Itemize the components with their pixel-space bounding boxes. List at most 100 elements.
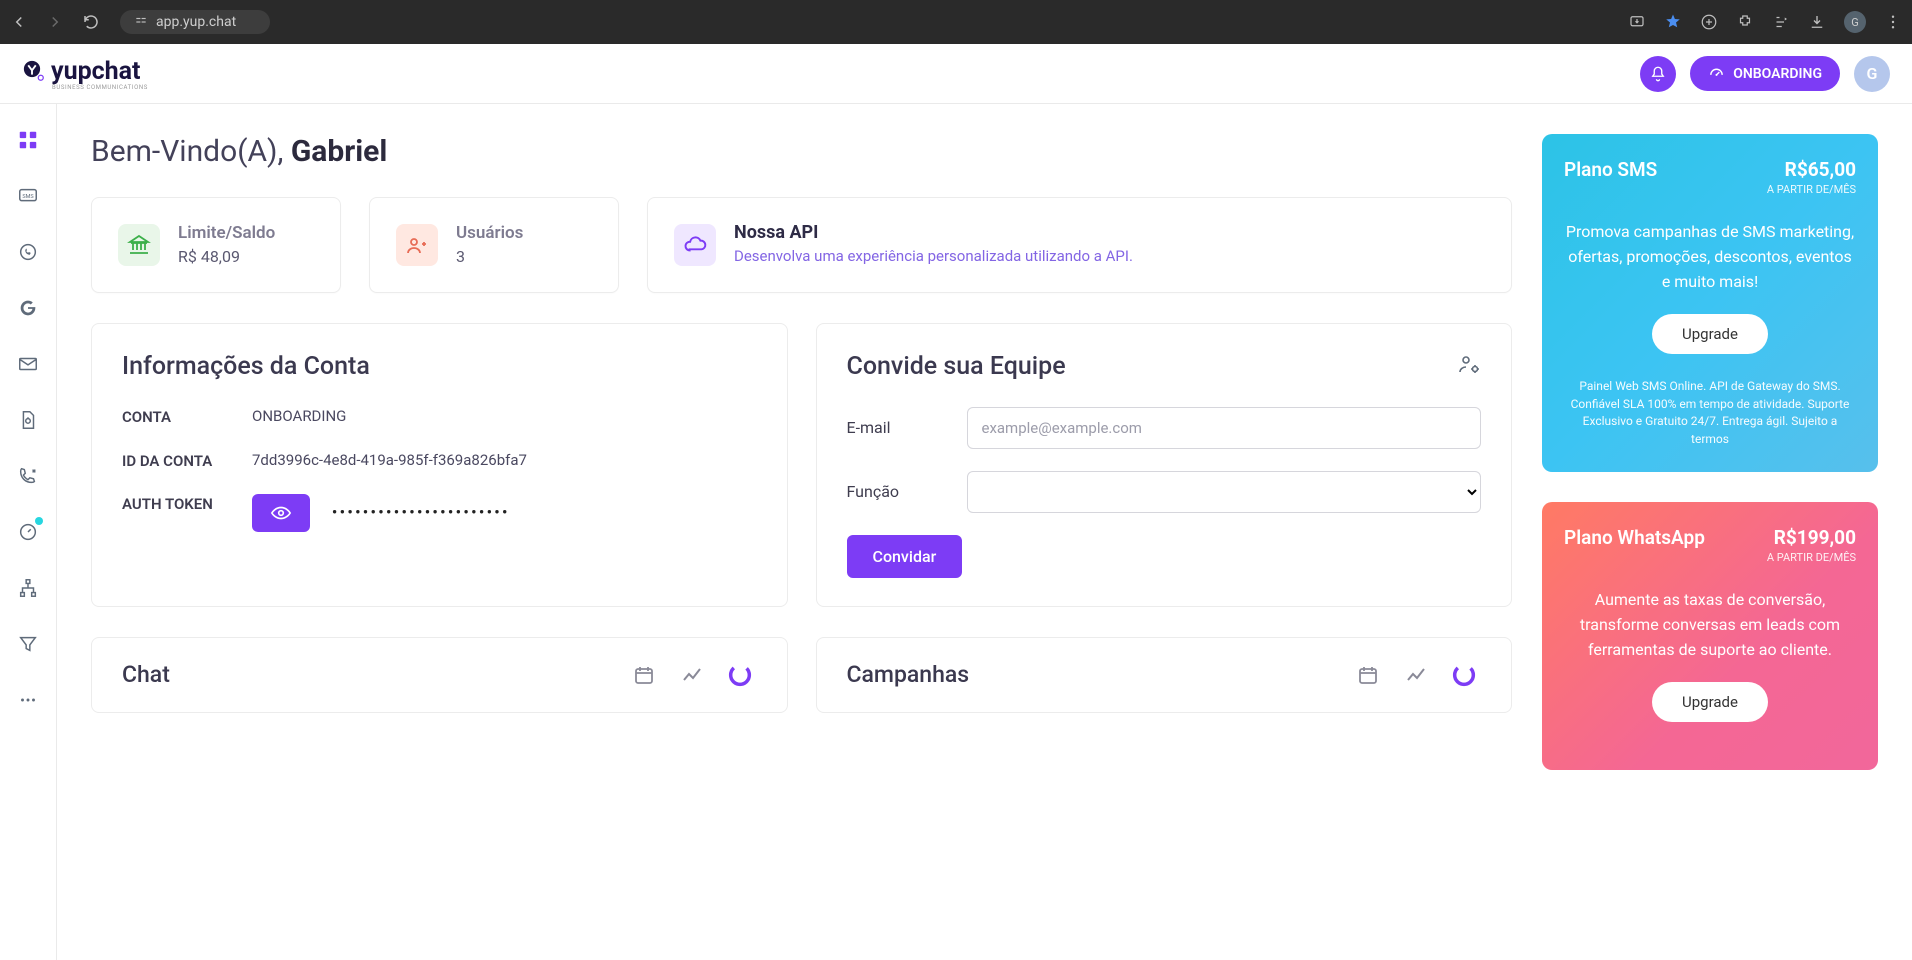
calendar-button[interactable] (627, 658, 661, 692)
trend-button[interactable] (675, 658, 709, 692)
filter-icon (17, 633, 39, 655)
calendar-button[interactable] (1351, 658, 1385, 692)
account-info-card: Informações da Conta CONTA ONBOARDING ID… (91, 323, 788, 607)
gauge-icon (1708, 65, 1725, 82)
sidebar-item-documents[interactable] (16, 408, 40, 432)
eye-icon (270, 502, 292, 524)
bookmark-star-icon[interactable] (1664, 13, 1682, 31)
account-info-title: Informações da Conta (122, 352, 757, 381)
menu-dots-icon[interactable] (1884, 13, 1902, 31)
sidebar-item-analytics[interactable] (16, 520, 40, 544)
invite-role-label: Função (847, 482, 967, 501)
media-icon[interactable] (1772, 13, 1790, 31)
reveal-token-button[interactable] (252, 494, 310, 532)
plan-whatsapp-price: R$199,00 (1767, 526, 1856, 549)
hierarchy-icon (17, 577, 39, 599)
token-masked: ••••••••••••••••••••••• (332, 503, 510, 523)
donut-icon (726, 661, 754, 689)
plan-sms-price-sub: A PARTIR DE/MÊS (1767, 183, 1856, 196)
user-avatar[interactable]: G (1854, 56, 1890, 92)
donut-icon (1450, 661, 1478, 689)
phone-icon (17, 465, 39, 487)
trend-button[interactable] (1399, 658, 1433, 692)
campanhas-card: Campanhas (816, 637, 1513, 713)
users-icon (396, 224, 438, 266)
welcome-heading: Bem-Vindo(A), Gabriel (91, 134, 1512, 169)
sidebar-item-email[interactable] (16, 352, 40, 376)
install-icon[interactable] (1628, 13, 1646, 31)
extensions-icon[interactable] (1736, 13, 1754, 31)
manage-team-icon[interactable] (1457, 352, 1481, 376)
metric-card-api[interactable]: Nossa API Desenvolva uma experiência per… (647, 197, 1512, 293)
invite-email-input[interactable] (967, 407, 1482, 449)
sidebar-item-more[interactable] (16, 688, 40, 712)
invite-team-card: Convide sua Equipe E-mail Função Convida… (816, 323, 1513, 607)
plan-sms-price: R$65,00 (1767, 158, 1856, 181)
chat-card: Chat (91, 637, 788, 713)
url-bar[interactable]: app.yup.chat (120, 10, 270, 34)
plan-whatsapp-upgrade-button[interactable]: Upgrade (1652, 682, 1768, 722)
more-dots-icon (17, 689, 39, 711)
mail-icon (17, 353, 39, 375)
plan-whatsapp-desc: Aumente as taxas de conversão, transform… (1564, 588, 1856, 662)
donut-button[interactable] (723, 658, 757, 692)
svg-text:SMS: SMS (22, 194, 34, 200)
sidebar-item-dashboard[interactable] (16, 128, 40, 152)
browser-profile-avatar[interactable]: G (1844, 11, 1866, 33)
gauge-small-icon (17, 521, 39, 543)
new-tab-icon[interactable] (1700, 13, 1718, 31)
downloads-icon[interactable] (1808, 13, 1826, 31)
api-title: Nossa API (734, 222, 1133, 243)
plan-sms-desc: Promova campanhas de SMS marketing, ofer… (1564, 220, 1856, 294)
cloud-icon (674, 224, 716, 266)
logo-text: yupchat (51, 57, 141, 86)
metric-users-value: 3 (456, 247, 523, 266)
sidebar-item-phone[interactable] (16, 464, 40, 488)
metric-users-title: Usuários (456, 223, 523, 243)
welcome-username: Gabriel (291, 134, 387, 169)
site-settings-icon[interactable] (134, 15, 148, 29)
plan-sms-footer: Painel Web SMS Online. API de Gateway do… (1564, 378, 1856, 448)
plan-sms-card: Plano SMS R$65,00 A PARTIR DE/MÊS Promov… (1542, 134, 1878, 472)
campanhas-title: Campanhas (847, 661, 970, 688)
forward-icon[interactable] (46, 13, 64, 31)
reload-icon[interactable] (82, 13, 100, 31)
notifications-button[interactable] (1640, 56, 1676, 92)
plan-whatsapp-name: Plano WhatsApp (1564, 526, 1705, 549)
sidebar-item-whatsapp[interactable] (16, 240, 40, 264)
donut-button[interactable] (1447, 658, 1481, 692)
plan-sms-upgrade-button[interactable]: Upgrade (1652, 314, 1768, 354)
metric-limit-title: Limite/Saldo (178, 223, 275, 243)
trend-icon (1404, 663, 1428, 687)
url-text: app.yup.chat (156, 14, 236, 30)
api-desc: Desenvolva uma experiência personalizada… (734, 246, 1133, 268)
logo-subtitle: BUSINESS COMMUNICATIONS (52, 84, 148, 91)
calendar-icon (1356, 663, 1380, 687)
sidebar-item-hierarchy[interactable] (16, 576, 40, 600)
document-icon (17, 409, 39, 431)
account-label-token: AUTH TOKEN (122, 494, 252, 532)
invite-submit-button[interactable]: Convidar (847, 535, 963, 578)
account-label-id: ID DA CONTA (122, 451, 252, 473)
plan-whatsapp-price-sub: A PARTIR DE/MÊS (1767, 551, 1856, 564)
invite-role-select[interactable] (967, 471, 1482, 513)
google-icon (17, 297, 39, 319)
bell-icon (1649, 65, 1667, 83)
sidebar-item-google[interactable] (16, 296, 40, 320)
account-label-conta: CONTA (122, 407, 252, 429)
back-icon[interactable] (10, 13, 28, 31)
logo[interactable]: yupchat BUSINESS COMMUNICATIONS (22, 57, 148, 91)
account-value-conta: ONBOARDING (252, 407, 757, 429)
bank-icon (118, 224, 160, 266)
sidebar-item-filter[interactable] (16, 632, 40, 656)
whatsapp-icon (17, 241, 39, 263)
plan-sms-name: Plano SMS (1564, 158, 1657, 181)
onboarding-button[interactable]: ONBOARDING (1690, 56, 1840, 91)
invite-email-label: E-mail (847, 418, 967, 437)
app-header: yupchat BUSINESS COMMUNICATIONS ONBOARDI… (0, 44, 1912, 104)
invite-title: Convide sua Equipe (847, 352, 1066, 381)
plan-whatsapp-card: Plano WhatsApp R$199,00 A PARTIR DE/MÊS … (1542, 502, 1878, 770)
sidebar-item-sms[interactable]: SMS (16, 184, 40, 208)
status-dot (35, 517, 43, 525)
sms-icon: SMS (17, 185, 39, 207)
